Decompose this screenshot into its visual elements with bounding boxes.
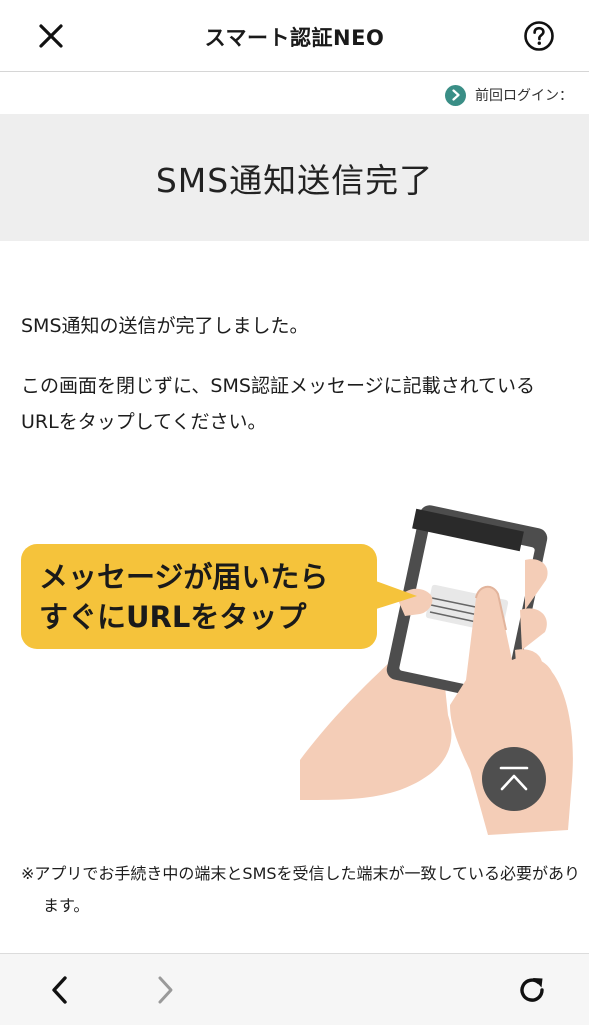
reload-button[interactable] [510,968,554,1012]
last-login-label: 前回ログイン： [475,88,573,104]
callout-pointer [373,580,417,610]
forward-button[interactable] [143,968,187,1012]
completion-banner: SMS通知送信完了 [0,114,589,241]
browser-toolbar [0,953,589,1025]
scroll-to-top-button[interactable] [482,747,546,811]
chevron-right-circle-icon [445,84,466,106]
help-icon [524,21,554,51]
sent-message: SMS通知の送信が完了しました。 [21,315,309,337]
help-button[interactable] [517,14,561,58]
reload-icon [520,978,544,1002]
app-header: スマート認証NEO [0,0,589,72]
last-login-link[interactable]: 前回ログイン： [445,84,573,106]
instruction-message: この画面を閉じずに、SMS認証メッセージに記載されているURLをタップしてくださ… [21,375,535,433]
banner-title: SMS通知送信完了 [155,160,434,200]
page-title: スマート認証NEO [204,26,385,50]
scroll-top-icon [499,766,529,791]
device-match-note: ※アプリでお手続き中の端末とSMSを受信した端末が一致している必要があります。 [21,864,581,915]
back-button[interactable] [38,968,82,1012]
chevron-left-icon [52,976,67,1004]
chevron-right-icon [158,976,173,1004]
callout-text: メッセージが届いたら すぐにURLをタップ [39,560,329,634]
